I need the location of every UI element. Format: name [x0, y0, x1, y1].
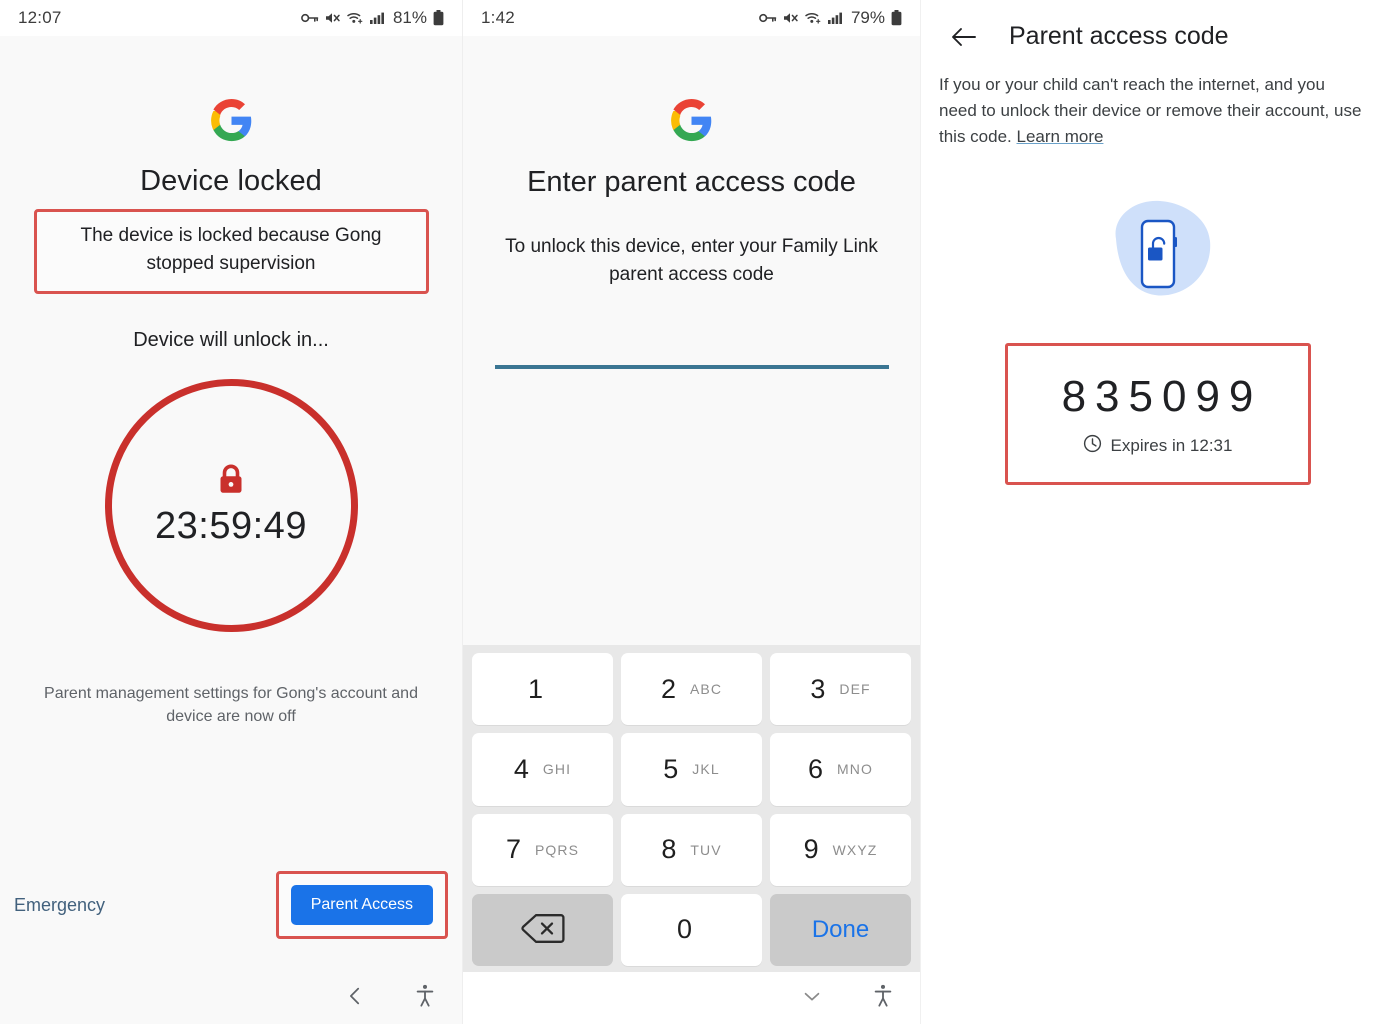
accessibility-icon[interactable] [414, 984, 436, 1013]
key-done[interactable]: Done [770, 893, 911, 966]
accessibility-icon[interactable] [872, 984, 894, 1013]
key-number: 6 [808, 753, 824, 784]
key-number: 7 [505, 834, 521, 865]
key-number: 8 [661, 834, 677, 865]
parent-access-code-input[interactable] [494, 339, 889, 369]
key-letters: MNO [837, 761, 873, 778]
status-bar-icons: 79% [759, 8, 902, 28]
key-letters: WXYZ [832, 841, 878, 858]
highlight-box-parent-access: Parent Access [275, 871, 448, 939]
key-number: 2 [660, 673, 676, 704]
key-number: 4 [513, 753, 529, 784]
parent-access-code-value: 835099 [1061, 372, 1263, 421]
wifi-icon [805, 11, 822, 25]
locked-message: The device is locked because Gong stoppe… [80, 225, 382, 274]
status-bar-panel1: 12:07 81% [0, 0, 462, 36]
key-letters: ABC [689, 681, 723, 698]
page-subtitle: To unlock this device, enter your Family… [505, 236, 878, 285]
key-number: 0 [676, 914, 693, 945]
panel3-header: Parent access code [921, 0, 1394, 51]
panel1-bottom-row: Emergency Parent Access [0, 871, 462, 939]
status-bar-icons: 81% [301, 8, 444, 28]
key-1[interactable]: 1 [472, 653, 613, 726]
numeric-keypad: 1 2 ABC 3 DEF 4 GHI 5 JKL 6 MNO 7 PQRS 8… [463, 645, 920, 972]
countdown-circle: 23:59:49 [104, 379, 358, 632]
wifi-icon [347, 11, 364, 25]
screenshot-root: 12:07 81% Device locked The device is lo… [0, 0, 1394, 1024]
battery-percentage: 79% [850, 8, 885, 27]
vpn-key-icon [301, 11, 319, 25]
key-letters: JKL [692, 761, 720, 778]
signal-icon [369, 11, 386, 25]
arrow-back-icon[interactable] [951, 26, 977, 48]
unlock-in-label: Device will unlock in... [133, 329, 329, 351]
chevron-down-icon[interactable] [800, 985, 824, 1012]
google-logo [669, 98, 714, 143]
parent-management-note: Parent management settings for Gong's ac… [44, 685, 418, 725]
highlight-box-access-code: 835099 Expires in 12:31 [1004, 343, 1311, 485]
page-title: Parent access code [1009, 22, 1229, 50]
key-2[interactable]: 2 ABC [621, 653, 762, 726]
panel2-body: Enter parent access code To unlock this … [463, 36, 920, 1024]
mute-icon [325, 11, 341, 25]
highlight-box-locked-message: The device is locked because Gong stoppe… [33, 209, 429, 294]
panel-device-locked: 12:07 81% Device locked The device is lo… [0, 0, 462, 1024]
key-8[interactable]: 8 TUV [621, 813, 762, 886]
navigation-bar-panel1 [0, 972, 462, 1024]
key-letters: PQRS [534, 841, 580, 858]
clock-icon [1083, 434, 1102, 458]
lock-icon [216, 463, 246, 501]
signal-icon [827, 11, 844, 25]
key-9[interactable]: 9 WXYZ [770, 813, 911, 886]
key-letters: DEF [839, 681, 871, 698]
description-text: If you or your child can't reach the int… [939, 75, 1362, 146]
mute-icon [783, 11, 799, 25]
key-letters: TUV [690, 841, 722, 858]
panel-parent-access-code: Parent access code If you or your child … [920, 0, 1394, 1024]
key-number: 5 [663, 753, 679, 784]
key-number: 3 [810, 673, 826, 704]
parent-access-description: If you or your child can't reach the int… [939, 72, 1364, 150]
key-number: 1 [527, 673, 544, 704]
vpn-key-icon [759, 11, 777, 25]
battery-percentage: 81% [392, 8, 427, 27]
battery-icon [433, 10, 444, 26]
key-backspace[interactable] [472, 893, 613, 966]
countdown-timer: 23:59:49 [155, 505, 307, 547]
back-icon[interactable] [344, 985, 366, 1012]
backspace-icon [520, 913, 565, 947]
key-5[interactable]: 5 JKL [621, 733, 762, 806]
key-3[interactable]: 3 DEF [770, 653, 911, 726]
key-6[interactable]: 6 MNO [770, 733, 911, 806]
battery-icon [891, 10, 902, 26]
learn-more-link[interactable]: Learn more [1017, 127, 1104, 146]
code-expiry: Expires in 12:31 [1018, 434, 1298, 458]
navigation-bar-panel2 [463, 972, 920, 1024]
phone-unlock-icon [1115, 200, 1210, 296]
status-bar-clock: 12:07 [18, 8, 62, 27]
phone-unlock-illustration [921, 195, 1394, 315]
status-bar-panel2: 1:42 79% [463, 0, 920, 36]
panel-enter-parent-access-code: 1:42 79% Enter parent access code To unl… [462, 0, 920, 1024]
google-logo [209, 98, 254, 143]
page-title: Enter parent access code [527, 166, 856, 198]
key-0[interactable]: 0 [621, 893, 762, 966]
key-4[interactable]: 4 GHI [472, 733, 613, 806]
expiry-label: Expires in 12:31 [1110, 436, 1233, 455]
key-number: 9 [803, 834, 819, 865]
key-7[interactable]: 7 PQRS [472, 813, 613, 886]
emergency-link[interactable]: Emergency [14, 895, 105, 916]
key-letters: GHI [542, 761, 572, 778]
status-bar-clock: 1:42 [481, 8, 515, 27]
parent-access-button[interactable]: Parent Access [290, 885, 433, 925]
page-title: Device locked [140, 165, 322, 197]
